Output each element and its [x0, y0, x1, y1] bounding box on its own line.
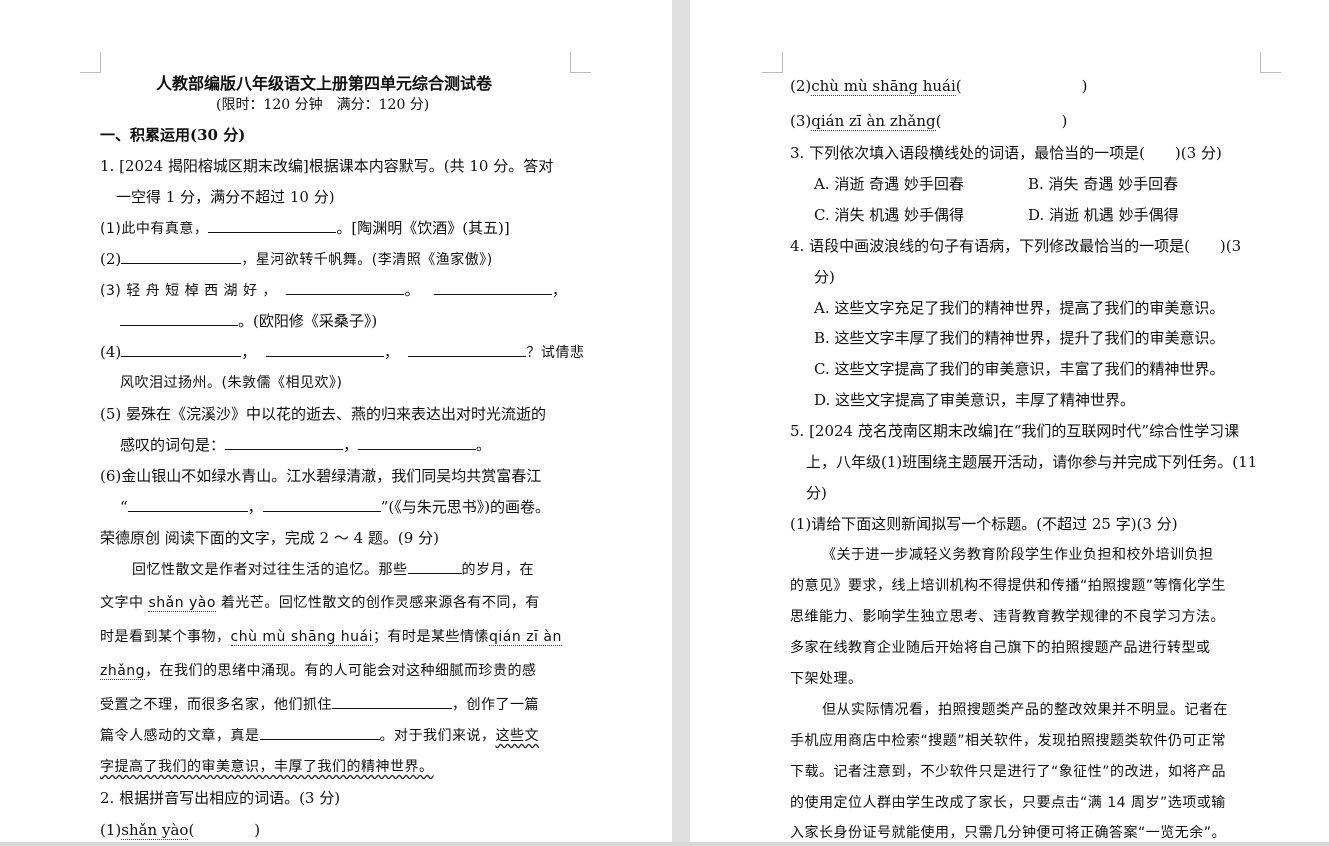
q4-option-c: C. 这些文字提高了我们的审美意识，丰富了我们的精神世界。	[814, 360, 1225, 378]
passage-line: 篇令人感动的文章，真是 。对于我们来说，这些文	[100, 725, 539, 746]
passage-line: 时是看到某个事物，chù mù shāng huái；有时是某些情愫qián z…	[100, 629, 562, 646]
q3-option-c: C. 消失 机遇 妙手偶得	[814, 206, 965, 224]
question-2-text: 2. 根据拼音写出相应的词语。(3 分)	[100, 789, 341, 807]
page-gap	[672, 0, 690, 846]
answer-blank[interactable]	[265, 342, 384, 357]
answer-blank[interactable]	[127, 497, 248, 512]
document-subtitle: (限时：120 分钟 满分：120 分)	[216, 97, 430, 113]
answer-blank[interactable]	[259, 725, 380, 740]
document-page-right: (2)chù mù shāng huái( ) (3)qián zī àn zh…	[690, 0, 1329, 846]
q1-item-5-cont: 感叹的词句是：，。	[120, 435, 492, 454]
pinyin-text: shǎn yào	[121, 821, 189, 840]
q4-option-d: D. 这些文字提高了审美意识，丰厚了精神世界。	[814, 391, 1136, 409]
pinyin-text: chù mù shāng huái	[811, 77, 956, 96]
page-corner-marker	[80, 52, 101, 73]
answer-blank[interactable]	[358, 435, 477, 450]
news-paragraph-line: 入家长身份证号就能使用，只需几分钟便可将正确答案“一览无余”。	[790, 825, 1227, 841]
question-5-text: 分)	[806, 484, 827, 502]
question-3-text: 3. 下列依次填入语段横线处的词语，最恰当的一项是( )(3 分)	[790, 144, 1222, 162]
news-paragraph-line: 下载。记者注意到，不少软件只是进行了“象征性”的改进，如将产品	[790, 764, 1227, 780]
q1-item-3-cont: 。(欧阳修《采桑子》)	[120, 311, 377, 331]
wavy-underlined-sentence: 字提高了我们的审美意识，丰厚了我们的精神世界。	[100, 759, 434, 775]
q1-item-2: (2) ，星河欲转千帆舞。(李清照《渔家傲》)	[100, 249, 493, 268]
q1-item-1: (1)此中有真意， 。[陶渊明《饮酒》(其五)]	[100, 218, 510, 237]
section-heading: 一、积累运用(30 分)	[100, 126, 246, 144]
q3-option-a: A. 消逝 奇遇 妙手回春	[814, 175, 964, 193]
page-corner-marker	[570, 52, 591, 73]
pinyin-text: qián zī àn zhǎng	[811, 112, 936, 131]
q2-item-1: (1)shǎn yào( )	[100, 821, 261, 840]
news-paragraph-line: 的使用定位人群由学生改成了家长，只要点击“满 14 周岁”选项或输	[790, 795, 1226, 811]
q2-item-3: (3)qián zī àn zhǎng( )	[790, 112, 1068, 131]
question-1-text: 1. [2024 揭阳榕城区期末改编]根据课本内容默写。(共 10 分。答对	[100, 157, 554, 175]
pinyin-text: qián zī àn	[489, 629, 562, 646]
pinyin-text: zhǎng	[100, 663, 146, 680]
q1-item-3: (3) 轻 舟 短 棹 西 湖 好 ， 。 ，	[100, 280, 567, 299]
bottom-scroll-edge	[0, 842, 1329, 846]
answer-blank[interactable]	[262, 497, 381, 512]
answer-blank[interactable]	[120, 311, 238, 326]
answer-blank[interactable]	[121, 249, 242, 264]
question-5-text: 上，八年级(1)班围绕主题展开活动，请你参与并完成下列任务。(11	[806, 453, 1258, 471]
q4-option-b: B. 这些文字丰厚了我们的精神世界，提升了我们的审美意识。	[814, 329, 1225, 347]
news-paragraph-line: 《关于进一步减轻义务教育阶段学生作业负担和校外培训负担	[822, 547, 1214, 563]
passage-line: 文字中 shǎn yào 着光芒。回忆性散文的创作灵感来源各有不同，有	[100, 595, 540, 612]
q1-item-4-cont: 风吹泪过扬州。(朱敦儒《相见欢》)	[120, 375, 343, 391]
answer-blank[interactable]	[121, 342, 242, 357]
pinyin-text: chù mù shāng huái	[230, 629, 374, 646]
answer-blank[interactable]	[225, 435, 344, 450]
q5-item-1: (1)请给下面这则新闻拟写一个标题。(不超过 25 字)(3 分)	[790, 515, 1178, 533]
question-5-text: 5. [2024 茂名茂南区期末改编]在“我们的互联网时代”综合性学习课	[790, 422, 1240, 440]
question-4-text: 4. 语段中画波浪线的句子有语病，下列修改最恰当的一项是( )(3	[790, 237, 1242, 255]
answer-blank[interactable]	[286, 280, 405, 295]
passage-line: 回忆性散文是作者对过往生活的追忆。那些 的岁月，在	[132, 559, 534, 580]
news-paragraph-line: 但从实际情况看，拍照搜题类产品的整改效果并不明显。记者在	[822, 702, 1228, 718]
news-paragraph-line: 手机应用商店中检索“搜题”相关软件，发现拍照搜题类软件仍可正常	[790, 733, 1227, 749]
q2-item-2: (2)chù mù shāng huái( )	[790, 77, 1088, 96]
passage-line: zhǎng，在我们的思绪中涌现。有的人可能会对这种细腻而珍贵的感	[100, 663, 537, 680]
page-corner-marker	[762, 52, 783, 73]
news-paragraph-line: 思维能力、影响学生独立思考、违背教育教学规律的不良学习方法。	[790, 609, 1225, 625]
reading-intro: 荣德原创 阅读下面的文字，完成 2 ～ 4 题。(9 分)	[100, 529, 439, 547]
document-page-left: 人教部编版八年级语文上册第四单元综合测试卷 (限时：120 分钟 满分：120 …	[0, 0, 672, 846]
question-1-text: 一空得 1 分，满分不超过 10 分)	[116, 188, 335, 206]
question-4-text: 分)	[814, 268, 835, 286]
q3-option-d: D. 消逝 机遇 妙手偶得	[1028, 206, 1179, 224]
q1-item-6-cont: “， ”(《与朱元思书》)的画卷。	[120, 497, 551, 516]
news-paragraph-line: 的意见》要求，线上培训机构不得提供和传播“拍照搜题”等惰化学生	[790, 578, 1227, 594]
q1-item-6: (6)金山银山不如绿水青山。江水碧绿清澈，我们同吴均共赏富春江	[100, 467, 542, 485]
answer-blank[interactable]	[407, 559, 462, 574]
answer-blank[interactable]	[332, 694, 452, 709]
passage-line: 受置之不理，而很多名家，他们抓住 ，创作了一篇	[100, 694, 539, 715]
news-paragraph-line: 下架处理。	[790, 671, 863, 687]
answer-blank[interactable]	[408, 342, 527, 357]
answer-blank[interactable]	[433, 280, 552, 295]
q1-item-5: (5) 晏殊在《浣溪沙》中以花的逝去、燕的归来表达出对时光流逝的	[100, 405, 547, 423]
wavy-underlined-sentence: 这些文	[495, 728, 539, 744]
page-corner-marker	[1260, 52, 1281, 73]
pinyin-text: shǎn yào	[148, 595, 216, 612]
document-title: 人教部编版八年级语文上册第四单元综合测试卷	[156, 74, 493, 93]
q1-item-4: (4)， ， ？试倩悲	[100, 342, 585, 361]
q3-option-b: B. 消失 奇遇 妙手回春	[1028, 175, 1179, 193]
news-paragraph-line: 多家在线教育企业随后开始将自己旗下的拍照搜题产品进行转型或	[790, 640, 1211, 656]
q4-option-a: A. 这些文字充足了我们的精神世界，提高了我们的审美意识。	[814, 299, 1225, 317]
answer-blank[interactable]	[208, 218, 337, 233]
